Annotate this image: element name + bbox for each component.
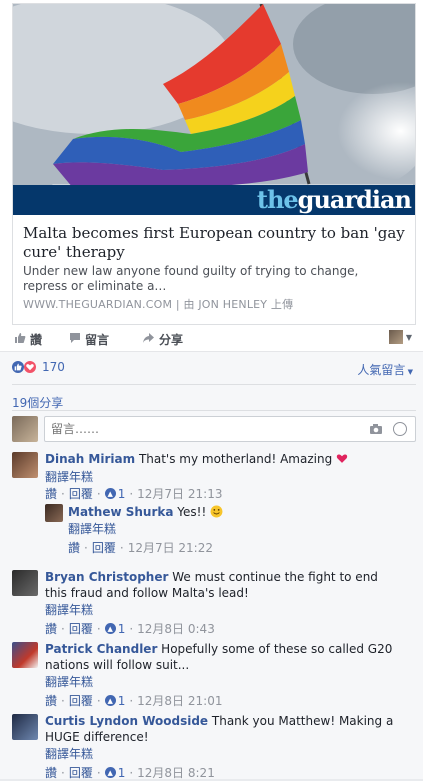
comment-text: That's my motherland! Amazing [135,452,337,466]
comment-timestamp[interactable]: 12月8日 21:01 [137,692,222,709]
comment-meta: 讚 · 回覆 · ▲ 1 · 12月7日 21:13 [45,485,223,502]
post-as-selector[interactable]: ▼ [388,330,412,344]
comment-like-count[interactable]: ▲ 1 [104,766,125,780]
chevron-down-icon: ▼ [405,332,412,342]
comment-timestamp[interactable]: 12月7日 21:13 [137,485,222,502]
translate-link[interactable]: 翻譯年糕 [45,601,93,618]
comment-reply-link[interactable]: 回覆 [69,620,93,637]
comment-body: Patrick Chandler Hopefully some of these… [45,641,400,673]
commenter-name[interactable]: Patrick Chandler [45,642,157,656]
comment-like-link[interactable]: 讚 [68,539,80,556]
article-source[interactable]: WWW.THEGUARDIAN.COM | 由 JON HENLEY 上傳 [23,296,293,312]
commenter-name[interactable]: Mathew Shurka [68,505,173,519]
shares-count-link[interactable]: 19個分享 [12,394,63,411]
comment-like-link[interactable]: 讚 [45,620,57,637]
current-user-avatar [12,416,38,442]
sort-label: 人氣留言 [357,363,406,377]
translate-link[interactable]: 翻譯年糕 [45,468,93,485]
comment-reply-link[interactable]: 回覆 [69,764,93,781]
reaction-count: 170 [42,360,65,374]
reactions-summary[interactable]: 170 [12,360,65,374]
comment-reply-link[interactable]: 回覆 [69,485,93,502]
comment-like-count[interactable]: ▲ 1 [104,487,125,501]
smile-emoji-icon [210,505,223,519]
comment-timestamp[interactable]: 12月7日 21:22 [128,539,213,556]
share-arrow-icon [142,332,155,347]
avatar[interactable] [12,642,38,668]
camera-icon[interactable] [369,423,383,438]
comment-like-count[interactable]: ▲ 1 [104,622,125,636]
comment-reply-link[interactable]: 回覆 [69,692,93,709]
like-reaction-icon: ▲ [104,488,116,499]
facebook-post: theguardian Malta becomes first European… [0,0,423,781]
flag-illustration [13,4,415,215]
emoji-icon[interactable] [393,422,407,436]
comment-timestamp[interactable]: 12月8日 8:21 [137,764,215,781]
heart-icon [336,452,348,466]
avatar[interactable] [12,452,38,478]
share-button[interactable]: 分享 [142,331,183,348]
comment-composer[interactable] [44,416,416,442]
comment-meta: 讚 · 回覆 · ▲ 1 · 12月8日 21:01 [45,692,223,709]
like-label: 讚 [30,333,43,347]
chevron-down-icon: ▼ [405,368,413,376]
divider [12,384,416,385]
thumbs-up-icon [14,332,26,347]
comment-body: Curtis Lyndon Woodside Thank you Matthew… [45,713,400,745]
comment-button[interactable]: 留言 [69,331,109,348]
comment-meta: 讚 · 回覆 · ▲ 1 · 12月8日 8:21 [45,764,215,781]
comment-input[interactable] [51,422,351,436]
share-label: 分享 [159,333,184,347]
comment-like-link[interactable]: 讚 [45,485,57,502]
comment-like-link[interactable]: 讚 [45,692,57,709]
translate-link[interactable]: 翻譯年糕 [45,745,93,762]
like-reaction-icon: ▲ [104,767,116,778]
reply-body: Mathew Shurka Yes!! [68,504,398,520]
comment-like-link[interactable]: 讚 [45,764,57,781]
comment-text: Yes!! [173,505,211,519]
avatar[interactable] [45,504,63,522]
comment-timestamp[interactable]: 12月8日 0:43 [137,620,215,637]
rainbow-flag-image[interactable]: theguardian [13,4,415,215]
reply-meta: 讚 · 回覆 · 12月7日 21:22 [68,539,213,556]
speech-bubble-icon [69,332,81,347]
like-reaction-icon [12,361,24,373]
link-preview-card[interactable]: theguardian Malta becomes first European… [12,3,416,325]
avatar[interactable] [12,714,38,740]
article-description: Under new law anyone found guilty of try… [23,264,359,293]
like-reaction-icon: ▲ [104,623,116,634]
divider [12,410,416,411]
article-title[interactable]: Malta becomes first European country to … [23,224,413,262]
commenter-name[interactable]: Bryan Christopher [45,570,168,584]
commenter-name[interactable]: Curtis Lyndon Woodside [45,714,208,728]
guardian-logo: theguardian [256,185,412,214]
comment-meta: 讚 · 回覆 · ▲ 1 · 12月8日 0:43 [45,620,215,637]
comment-sort-dropdown[interactable]: 人氣留言 ▼ [357,361,413,378]
love-reaction-icon [24,361,36,373]
translate-link[interactable]: 翻譯年糕 [68,520,116,537]
avatar[interactable] [12,570,38,596]
like-reaction-icon: ▲ [104,695,116,706]
comment-label: 留言 [85,333,110,347]
comment-body: Dinah Miriam That's my motherland! Amazi… [45,451,405,467]
comment-reply-link[interactable]: 回覆 [92,539,116,556]
page-avatar [388,330,403,344]
commenter-name[interactable]: Dinah Miriam [45,452,135,466]
comment-like-count[interactable]: ▲ 1 [104,694,125,708]
translate-link[interactable]: 翻譯年糕 [45,673,93,690]
post-action-bar: 讚 留言 分享 ▼ [12,326,416,350]
comment-body: Bryan Christopher We must continue the f… [45,569,400,601]
like-button[interactable]: 讚 [14,331,42,348]
